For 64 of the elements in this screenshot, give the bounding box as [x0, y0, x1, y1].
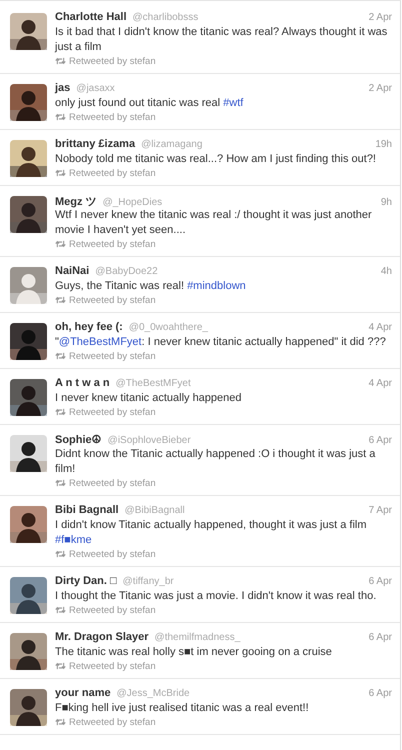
- tweet-text: only just found out titanic was real #wtf: [55, 96, 244, 111]
- tweet-text: Didnt know the Titanic actually happened :O i thought it was just a film!: [55, 447, 376, 477]
- tweet-card[interactable]: oh, hey fee (: @0_0woahthere_ 4 Apr "@TheBestMFyet: I never knew titanic actually happened" it did ??? Retweeted by stefan: [0, 313, 400, 369]
- retweet-icon: [55, 113, 66, 121]
- user-name[interactable]: Charlotte Hall: [55, 11, 127, 23]
- user-name[interactable]: your name: [55, 687, 111, 699]
- user-name[interactable]: A n t w a n: [55, 377, 110, 389]
- tweet-text: Nobody told me titanic was real...? How am I just finding this out?!: [55, 152, 377, 167]
- tweet-text: Guys, the Titanic was real! #mindblown: [55, 279, 247, 294]
- tweet-card[interactable]: jas @jasaxx 2 Apr only just found out titanic was real #wtf Retweeted by stefan: [0, 74, 400, 130]
- user-name[interactable]: Sophie☮: [55, 433, 102, 446]
- retweet-icon: [55, 662, 66, 670]
- hashtag-link[interactable]: #f■kme: [55, 534, 92, 546]
- retweeted-by-label: Retweeted by stefan: [69, 660, 156, 672]
- retweeted-by-label: Retweeted by stefan: [69, 716, 156, 728]
- tweet-text: I didn't know Titanic actually happened, thought it was just a film #f■kme: [55, 518, 368, 548]
- mention-link[interactable]: @TheBestMFyet: [58, 336, 142, 348]
- tweet-text: "@TheBestMFyet: I never knew titanic actually happened" it did ???: [55, 335, 387, 350]
- retweet-icon: [55, 169, 66, 177]
- retweeted-by-label: Retweeted by stefan: [69, 56, 156, 66]
- retweeted-by-label: Retweeted by stefan: [69, 478, 156, 488]
- user-name[interactable]: Megz ツ: [55, 194, 97, 209]
- retweet-icon: [55, 352, 66, 360]
- retweeted-by-label: Retweeted by stefan: [69, 238, 156, 250]
- tweet-card[interactable]: Mr. Dragon Slayer @themilfmadness_ 6 Apr The titanic was real holly s■t im never gooing on a cruise Retweeted by stefan: [0, 623, 400, 679]
- retweeted-by-label: Retweeted by stefan: [69, 604, 156, 616]
- hashtag-link[interactable]: #wtf: [223, 97, 244, 109]
- tweet-card[interactable]: NaiNai @BabyDoe22 4h Guys, the Titanic was real! #mindblown Retweeted by stefan: [0, 257, 400, 313]
- retweeted-by-label: Retweeted by stefan: [69, 168, 156, 178]
- hashtag-link[interactable]: #mindblown: [187, 280, 246, 292]
- retweeted-by-label: Retweeted by stefan: [69, 548, 156, 560]
- retweeted-by-label: Retweeted by stefan: [69, 294, 156, 306]
- retweet-icon: [55, 718, 66, 726]
- retweet-icon: [55, 408, 66, 416]
- user-name[interactable]: Mr. Dragon Slayer: [55, 631, 149, 643]
- tweet-card[interactable]: brittany £izama @lizamagang 19h Nobody told me titanic was real...? How am I just finding this out?! Retweeted by stefan: [0, 130, 400, 186]
- retweeted-by-label: Retweeted by stefan: [69, 406, 156, 418]
- tweet-text: F■king hell ive just realised titanic was a real event!!: [55, 701, 310, 716]
- retweet-icon: [55, 240, 66, 248]
- tweet-card[interactable]: Charlotte Hall @charlibobsss 2 Apr Is it bad that I didn't know the titanic was real? Always thought it was just a film Retweeted by stefan: [0, 1, 400, 74]
- user-name[interactable]: Dirty Dan. □: [55, 575, 117, 587]
- retweet-icon: [55, 296, 66, 304]
- retweeted-by-label: Retweeted by stefan: [69, 350, 156, 362]
- retweet-icon: [55, 57, 66, 65]
- tweet-card[interactable]: Sophie☮ @iSophloveBieber 6 Apr Didnt know the Titanic actually happened :O i thought it was just a film! Retweeted by stefan: [0, 425, 400, 496]
- user-name[interactable]: jas: [55, 82, 70, 94]
- tweet-text: I thought the Titanic was just a movie. I didn't know it was real tho.: [55, 589, 378, 604]
- user-name[interactable]: NaiNai: [55, 265, 90, 277]
- retweet-icon: [55, 479, 66, 487]
- retweeted-by-label: Retweeted by stefan: [69, 112, 156, 122]
- user-name[interactable]: Bibi Bagnall: [55, 504, 119, 516]
- user-name[interactable]: brittany £izama: [55, 138, 136, 150]
- tweet-text: I never knew titanic actually happened: [55, 391, 243, 406]
- tweet-card[interactable]: your name @Jess_McBride 6 Apr F■king hell ive just realised titanic was a real event!! Retweeted by stefan: [0, 679, 400, 735]
- tweet-card[interactable]: Bibi Bagnall @BibiBagnall 7 Apr I didn't know Titanic actually happened, thought it was just a film #f■kme Retweeted by stefan: [0, 496, 400, 567]
- retweet-icon: [55, 550, 66, 558]
- tweet-text: Is it bad that I didn't know the titanic was real? Always thought it was just a film: [55, 25, 388, 55]
- tweet-card[interactable]: A n t w a n @TheBestMFyet 4 Apr I never knew titanic actually happened Retweeted by stefan: [0, 369, 400, 425]
- retweet-icon: [55, 606, 66, 614]
- tweet-text: Wtf I never knew the titanic was real :/ thought it was just another movie I haven't yet seen....: [55, 208, 373, 238]
- tweet-card[interactable]: Megz ツ @_HopeDies 9h Wtf I never knew the titanic was real :/ thought it was just another movie I haven't yet seen.... Retweeted by stefan: [0, 186, 400, 257]
- tweet-card[interactable]: Dirty Dan. □ @tiffany_br 6 Apr I thought the Titanic was just a movie. I didn't know it was real tho. Retweeted by stefan: [0, 567, 400, 623]
- user-name[interactable]: oh, hey fee (:: [55, 321, 123, 333]
- tweet-text: The titanic was real holly s■t im never gooing on a cruise: [55, 645, 333, 660]
